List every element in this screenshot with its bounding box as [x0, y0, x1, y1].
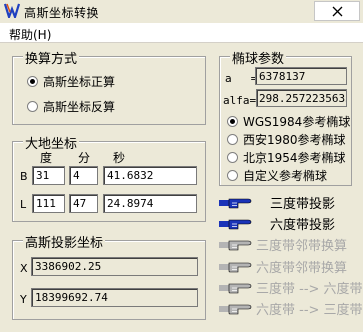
gauss-title: 高斯投影坐标 [23, 232, 106, 251]
a-value-field[interactable]: 6378137 [255, 67, 347, 85]
radio-wgs84[interactable]: WGS1984参考椭球 [227, 113, 350, 130]
calc-mode-title: 换算方式 [23, 48, 80, 67]
header-second: 秒 [113, 151, 126, 165]
radio-beijing54-dot[interactable] [227, 152, 238, 163]
action-six-degree-adjacent: 六度带邻带换算 [218, 257, 347, 276]
menu-help[interactable]: 帮助(H) [9, 26, 51, 43]
radio-xian80-label: 西安1980参考椭球 [243, 133, 346, 147]
radio-forward-label: 高斯坐标正算 [43, 75, 116, 89]
radio-beijing54[interactable]: 北京1954参考椭球 [227, 149, 346, 166]
action-label: 六度带 --> 三度带 [256, 303, 363, 318]
radio-inverse-dot[interactable] [27, 101, 38, 112]
action-label: 三度带邻带换算 [256, 239, 348, 254]
radio-custom-label: 自定义参考椭球 [243, 169, 328, 183]
radio-inverse-label: 高斯坐标反算 [43, 100, 116, 114]
l-degree-input[interactable]: 111 [32, 194, 65, 213]
radio-inverse[interactable]: 高斯坐标反算 [27, 98, 115, 115]
b-minute-input[interactable]: 4 [69, 166, 98, 185]
label-b: B [20, 170, 28, 183]
x-output: 3386902.25 [31, 257, 198, 276]
ellipsoid-title: 椭球参数 [230, 48, 287, 67]
label-l: L [20, 198, 27, 211]
pointing-hand-icon [219, 262, 252, 272]
action-three-degree-projection[interactable]: 三度带投影 [218, 193, 335, 212]
window-title: 高斯坐标转换 [24, 6, 100, 20]
gauss-app-icon [4, 3, 20, 18]
action-label: 三度带 --> 六度带 [256, 282, 363, 297]
radio-beijing54-label: 北京1954参考椭球 [243, 151, 346, 165]
header-degree: 度 [40, 151, 53, 165]
label-y: Y [20, 293, 27, 306]
title-bar: 高斯坐标转换 [0, 0, 363, 22]
radio-xian80[interactable]: 西安1980参考椭球 [227, 131, 346, 148]
action-label: 六度带邻带换算 [256, 261, 348, 276]
b-second-input[interactable]: 41.6832 [103, 166, 197, 185]
radio-forward-dot[interactable] [27, 76, 38, 87]
label-x: X [20, 262, 28, 275]
header-minute: 分 [78, 151, 91, 165]
action-six-to-three: 六度带 --> 三度带 [218, 299, 363, 318]
pointing-hand-icon [219, 198, 252, 208]
radio-custom-dot[interactable] [227, 170, 238, 181]
pointing-hand-icon [219, 240, 252, 250]
gauss-group: 高斯投影坐标 [12, 232, 206, 320]
y-output: 18399692.74 [31, 288, 198, 307]
radio-forward[interactable]: 高斯坐标正算 [27, 73, 115, 90]
b-degree-input[interactable]: 31 [32, 166, 65, 185]
radio-custom[interactable]: 自定义参考椭球 [227, 167, 327, 184]
alfa-value-field[interactable]: 298.2572235635 [256, 89, 347, 107]
pointing-hand-icon [219, 283, 252, 293]
label-a: a [225, 72, 232, 85]
menu-bar: 帮助(H) [0, 23, 363, 43]
radio-wgs84-dot[interactable] [227, 116, 238, 127]
radio-wgs84-label: WGS1984参考椭球 [243, 115, 351, 129]
action-six-degree-projection[interactable]: 六度带投影 [218, 214, 335, 233]
close-button[interactable] [314, 1, 360, 21]
l-second-input[interactable]: 24.8974 [103, 194, 197, 213]
action-label: 三度带投影 [270, 197, 336, 212]
action-three-to-six: 三度带 --> 六度带 [218, 278, 363, 297]
action-three-degree-adjacent: 三度带邻带换算 [218, 235, 347, 254]
action-label: 六度带投影 [270, 218, 336, 233]
label-alfa: alfa= [223, 94, 257, 107]
radio-xian80-dot[interactable] [227, 134, 238, 145]
pointing-hand-icon [219, 219, 252, 229]
close-icon [332, 6, 343, 17]
l-minute-input[interactable]: 47 [69, 194, 98, 213]
pointing-hand-icon [219, 304, 252, 314]
